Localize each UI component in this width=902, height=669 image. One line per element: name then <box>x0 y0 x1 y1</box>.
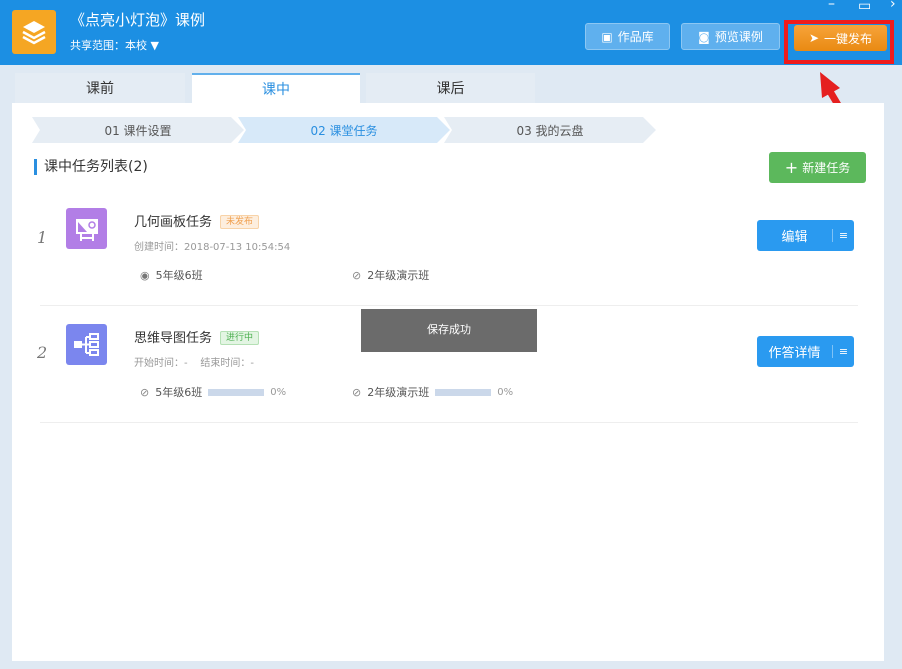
answer-details-button[interactable]: 作答详情 ≡ <box>757 336 854 367</box>
eye-icon: ◉ <box>140 268 150 282</box>
answer-details-label: 作答详情 <box>768 346 821 361</box>
works-label: 作品库 <box>617 30 654 44</box>
task-index: 1 <box>37 228 48 247</box>
preview-label: 预览课例 <box>714 30 763 44</box>
task-name: 几何画板任务 <box>134 215 213 230</box>
task-time-range: 开始时间：- 结束时间：- <box>134 358 254 369</box>
edit-button[interactable]: 编辑 ≡ <box>757 220 854 251</box>
close-button[interactable]: › <box>890 0 896 12</box>
section-title: 课中任务列表(2) <box>34 159 148 175</box>
task-name: 思维导图任务 <box>134 331 213 346</box>
class-name: 2年级演示班 <box>367 269 430 282</box>
menu-icon[interactable]: ≡ <box>832 229 854 242</box>
plus-icon: + <box>784 158 799 177</box>
class-name: 5年级6班 <box>155 386 203 399</box>
main-panel: 课前 课中 课后 01 课件设置 02 课堂任务 03 我的云盘 课中任务列表(… <box>12 73 884 661</box>
minimize-button[interactable]: – <box>828 0 835 12</box>
maximize-button[interactable]: ▭ <box>858 0 871 14</box>
new-task-label: 新建任务 <box>802 161 851 175</box>
class-name: 5年级6班 <box>155 269 203 282</box>
lesson-title: 《点亮小灯泡》课例 <box>70 11 206 29</box>
edit-label: 编辑 <box>781 230 808 245</box>
app-header: 《点亮小灯泡》课例 共享范围：本校 ▼ ▣ 作品库 ◙ 预览课例 ➤ 一键发布 – ▭… <box>0 0 902 65</box>
status-badge: 未发布 <box>220 215 260 229</box>
class-item: ⊘ 5年级6班 0% <box>140 384 286 400</box>
tab-content: 01 课件设置 02 课堂任务 03 我的云盘 课中任务列表(2) + 新建任务 … <box>12 103 884 661</box>
task-title[interactable]: 思维导图任务 进行中 <box>134 327 260 346</box>
menu-icon[interactable]: ≡ <box>832 345 854 358</box>
class-item: ◉ 5年级6班 <box>140 267 203 283</box>
preview-lesson-button[interactable]: ◙ 预览课例 <box>681 23 780 50</box>
status-badge: 进行中 <box>220 331 260 345</box>
geometry-board-icon <box>66 208 107 249</box>
eye-off-icon: ⊘ <box>352 268 362 282</box>
image-icon: ▣ <box>601 29 613 44</box>
share-scope-dropdown[interactable]: 共享范围：本校 ▼ <box>70 37 159 53</box>
new-task-button[interactable]: + 新建任务 <box>769 152 866 183</box>
divider <box>40 305 858 306</box>
task-index: 2 <box>37 343 48 362</box>
class-item: ⊘ 2年级演示班 0% <box>352 384 513 400</box>
divider <box>40 422 858 423</box>
highlight-box <box>784 20 894 64</box>
step-class-tasks[interactable]: 02 课堂任务 <box>238 117 450 143</box>
app-logo-icon <box>12 10 56 54</box>
class-item: ⊘ 2年级演示班 <box>352 267 429 283</box>
progress-bar <box>435 388 492 396</box>
works-library-button[interactable]: ▣ 作品库 <box>585 23 670 50</box>
mind-map-icon <box>66 324 107 365</box>
task-created-time: 创建时间：2018-07-13 10:54:54 <box>134 242 291 253</box>
caret-down-icon: ▼ <box>150 39 159 52</box>
step-courseware-settings[interactable]: 01 课件设置 <box>32 117 244 143</box>
eye-off-icon: ⊘ <box>352 385 362 399</box>
tab-in-class[interactable]: 课中 <box>192 73 360 103</box>
task-title[interactable]: 几何画板任务 未发布 <box>134 211 260 230</box>
progress-percent: 0% <box>270 386 287 398</box>
eye-off-icon: ⊘ <box>140 385 150 399</box>
progress-bar <box>208 388 265 396</box>
tab-after-class[interactable]: 课后 <box>366 73 535 103</box>
step-my-cloud-disk[interactable]: 03 我的云盘 <box>444 117 656 143</box>
class-name: 2年级演示班 <box>367 386 430 399</box>
progress-percent: 0% <box>497 386 514 398</box>
share-scope-label: 共享范围：本校 <box>70 39 147 52</box>
toast-message: 保存成功 <box>361 309 537 352</box>
tab-before-class[interactable]: 课前 <box>15 73 185 103</box>
preview-icon: ◙ <box>698 29 710 44</box>
